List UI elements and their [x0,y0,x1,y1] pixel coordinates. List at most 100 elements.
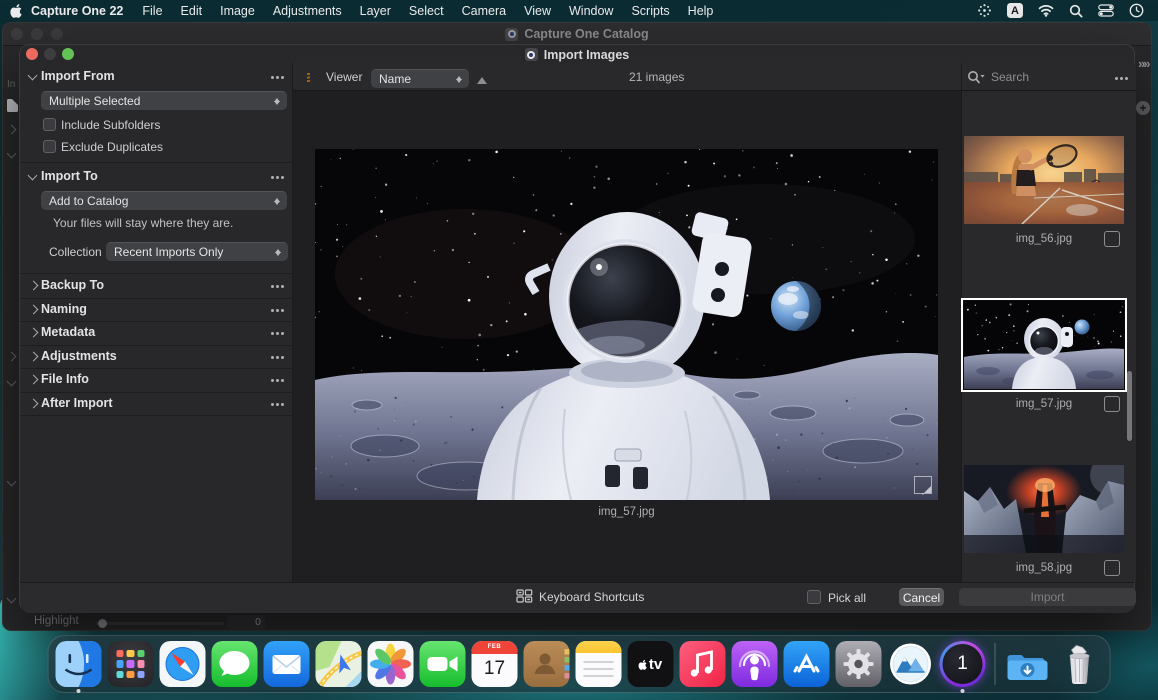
apple-menu-icon[interactable] [10,3,23,18]
dock-calendar-icon[interactable]: FEB 17 [472,641,518,687]
import-to-more-icon[interactable] [271,176,274,179]
clock-icon[interactable] [1129,3,1144,18]
keyboard-shortcuts-label[interactable]: Keyboard Shortcuts [539,590,644,604]
calendar-day: 17 [472,654,518,684]
section-adjustments[interactable]: Adjustments [20,345,293,370]
dock-trash-icon[interactable] [1057,641,1103,687]
expand-chevron-icon [29,398,39,408]
clipped-chevron-icon[interactable] [7,352,17,362]
sort-by-dropdown[interactable]: Name [371,69,469,88]
section-more-icon[interactable] [271,332,274,335]
thumbnail-img-56[interactable] [964,136,1124,224]
import-from-title[interactable]: Import From [41,69,115,83]
clipped-chevron-icon[interactable] [7,377,17,387]
wifi-icon[interactable] [1038,4,1054,17]
sort-direction-icon[interactable] [477,72,487,84]
section-file-info[interactable]: File Info [20,368,293,393]
dock-mail-icon[interactable] [264,641,310,687]
dock-facetime-icon[interactable] [420,641,466,687]
panel-expand-chevrons-icon[interactable]: »» [1138,56,1148,71]
bg-minimize-button[interactable] [31,28,43,40]
bg-close-button[interactable] [11,28,23,40]
dock-music-icon[interactable] [680,641,726,687]
control-center-icon[interactable] [1098,4,1114,17]
bg-zoom-button[interactable] [51,28,63,40]
menu-help[interactable]: Help [679,4,723,18]
pick-checkbox-img-57[interactable] [1104,396,1120,412]
app-burst-icon[interactable] [977,3,992,18]
highlight-slider-label: Highlight [34,615,79,627]
clipped-chevron-icon[interactable] [7,477,17,487]
import-button[interactable]: Import [959,588,1136,606]
dock-downloads-icon[interactable] [1005,641,1051,687]
dock-messages-icon[interactable] [212,641,258,687]
clipped-chevron-icon[interactable] [7,125,17,135]
clipped-chevron-icon[interactable] [7,149,17,159]
menu-view[interactable]: View [515,4,560,18]
import-to-title[interactable]: Import To [41,169,98,183]
pick-checkbox-img-58[interactable] [1104,560,1120,576]
expand-chevron-icon [29,351,39,361]
dock-mountain-photos-app-icon[interactable] [888,641,934,687]
divider [20,162,293,163]
exclude-duplicates-checkbox[interactable] [43,140,56,153]
section-more-icon[interactable] [271,403,274,406]
spotlight-icon[interactable] [1069,4,1083,18]
section-more-icon[interactable] [271,285,274,288]
dock-maps-icon[interactable] [316,641,362,687]
add-collection-icon[interactable] [1136,101,1150,115]
dock-apple-tv-icon[interactable]: tv [628,641,674,687]
menu-file[interactable]: File [133,4,171,18]
dock-finder-icon[interactable] [56,641,102,687]
menu-select[interactable]: Select [400,4,453,18]
collection-dropdown[interactable]: Recent Imports Only [106,242,288,261]
menu-edit[interactable]: Edit [172,4,212,18]
import-destination-dropdown[interactable]: Add to Catalog [41,191,287,210]
import-source-dropdown[interactable]: Multiple Selected [41,91,287,110]
dock-photos-icon[interactable] [368,641,414,687]
expand-chevron-icon [29,375,39,385]
collection-label: Collection [49,245,102,259]
input-source-icon[interactable]: A [1007,3,1023,18]
clipped-chevron-icon[interactable] [7,594,17,604]
highlight-slider-knob[interactable] [98,619,107,628]
dock-safari-icon[interactable] [160,641,206,687]
thumbnail-img-57-selected[interactable] [964,301,1124,389]
dock-capture-one-icon[interactable]: 1 [940,641,986,687]
section-more-icon[interactable] [271,309,274,312]
menu-window[interactable]: Window [560,4,622,18]
search-icon[interactable] [967,70,985,85]
import-from-more-icon[interactable] [271,76,274,79]
highlight-slider-track[interactable] [96,622,224,625]
keyboard-shortcuts-icon[interactable] [516,589,533,603]
cancel-button[interactable]: Cancel [899,588,944,606]
menu-scripts[interactable]: Scripts [622,4,678,18]
search-input[interactable]: Search [991,70,1029,84]
dropdown-stepper-icon [455,73,464,86]
menu-image[interactable]: Image [211,4,264,18]
pick-all-checkbox[interactable] [807,590,821,604]
section-naming[interactable]: Naming [20,298,293,323]
viewer-image[interactable] [315,149,938,500]
dock-notes-icon[interactable] [576,641,622,687]
dock-app-store-icon[interactable] [784,641,830,687]
section-after-import[interactable]: After Import [20,392,293,417]
menu-layer[interactable]: Layer [351,4,400,18]
dock-launchpad-icon[interactable] [108,641,154,687]
menu-camera[interactable]: Camera [453,4,515,18]
section-more-icon[interactable] [271,379,274,382]
dock-podcasts-icon[interactable] [732,641,778,687]
include-subfolders-checkbox[interactable] [43,118,56,131]
menu-app-name[interactable]: Capture One 22 [31,4,123,18]
thumbnail-img-58[interactable] [964,465,1124,553]
section-metadata[interactable]: Metadata [20,321,293,346]
dock-system-settings-icon[interactable] [836,641,882,687]
pick-checkbox-img-56[interactable] [1104,231,1120,247]
search-more-icon[interactable] [1115,77,1118,80]
filmstrip-scrollbar[interactable] [1127,371,1132,441]
section-backup-to[interactable]: Backup To [20,274,293,299]
viewer-pick-checkbox[interactable] [914,476,932,494]
section-more-icon[interactable] [271,356,274,359]
menu-adjustments[interactable]: Adjustments [264,4,351,18]
dock-contacts-icon[interactable] [524,641,570,687]
